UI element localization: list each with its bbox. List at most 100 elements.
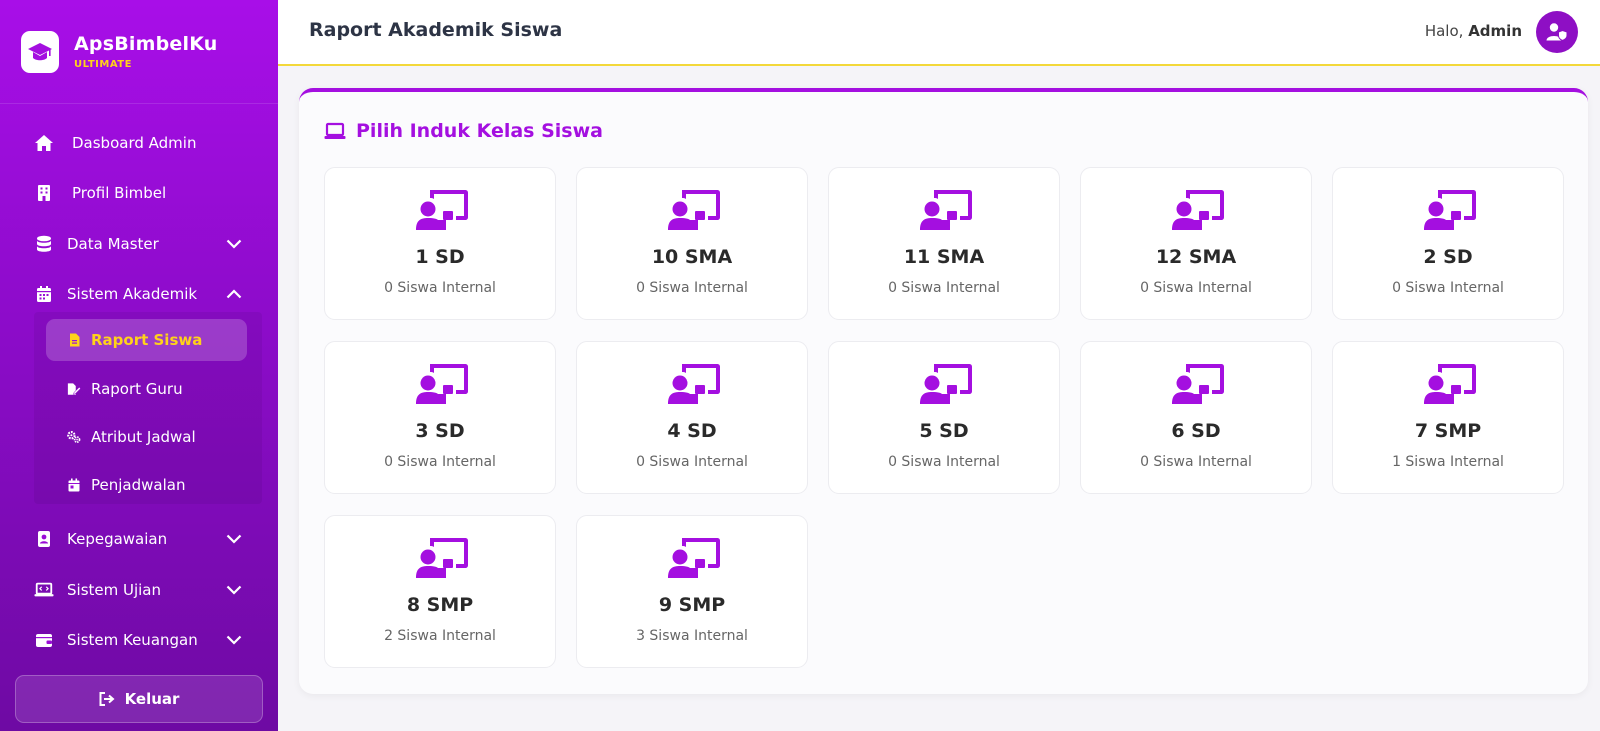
sidebar-item-label: Dasboard Admin: [72, 134, 197, 152]
student-count: 0 Siswa Internal: [888, 280, 1000, 296]
class-name: 9 SMP: [658, 594, 726, 616]
sidebar-subitem-raport-siswa[interactable]: Raport Siswa: [46, 319, 247, 361]
class-card[interactable]: 7 SMP 1 Siswa Internal: [1332, 341, 1564, 494]
sidebar-subitem-raport-guru[interactable]: Raport Guru: [46, 368, 247, 410]
chalkboard-teacher-icon: [919, 361, 973, 405]
sidebar-item-label: Profil Bimbel: [72, 184, 167, 202]
chalkboard-teacher-icon: [1171, 361, 1225, 405]
chalkboard-teacher-icon: [1171, 187, 1225, 231]
class-card[interactable]: 10 SMA 0 Siswa Internal: [576, 167, 808, 320]
class-card[interactable]: 9 SMP 3 Siswa Internal: [576, 515, 808, 668]
student-count: 1 Siswa Internal: [1392, 454, 1504, 470]
student-count: 0 Siswa Internal: [384, 280, 496, 296]
student-count: 0 Siswa Internal: [384, 454, 496, 470]
panel-title-text: Pilih Induk Kelas Siswa: [356, 120, 603, 142]
cogs-icon: [67, 430, 81, 444]
sidebar-item-label: Sistem Keuangan: [67, 631, 198, 649]
chevron-down-icon: [225, 581, 243, 599]
sidebar-item-sistem-keuangan[interactable]: Sistem Keuangan: [0, 620, 278, 660]
chalkboard-teacher-icon: [1423, 361, 1477, 405]
class-name: 2 SD: [1423, 246, 1473, 268]
user-shield-icon: [1546, 23, 1568, 42]
file-icon: [67, 333, 81, 347]
class-name: 6 SD: [1171, 420, 1221, 442]
class-card[interactable]: 3 SD 0 Siswa Internal: [324, 341, 556, 494]
logout-button[interactable]: Keluar: [15, 675, 263, 723]
sidebar-subitem-atribut-jadwal[interactable]: Atribut Jadwal: [46, 416, 247, 458]
sidebar-subitem-label: Raport Siswa: [91, 331, 203, 349]
sidebar-item-profil[interactable]: Profil Bimbel: [0, 173, 278, 213]
class-name: 1 SD: [415, 246, 465, 268]
user-greeting: Halo, Admin: [1425, 22, 1522, 40]
class-card[interactable]: 8 SMP 2 Siswa Internal: [324, 515, 556, 668]
sidebar-item-kepegawaian[interactable]: Kepegawaian: [0, 519, 278, 559]
laptop-icon: [324, 121, 346, 141]
student-count: 0 Siswa Internal: [636, 280, 748, 296]
panel-title: Pilih Induk Kelas Siswa: [324, 120, 603, 142]
avatar[interactable]: [1536, 11, 1578, 53]
sidebar-subitem-label: Atribut Jadwal: [91, 428, 196, 446]
sidebar-item-sistem-akademik[interactable]: Sistem Akademik: [0, 274, 278, 314]
class-card[interactable]: 12 SMA 0 Siswa Internal: [1080, 167, 1312, 320]
chalkboard-teacher-icon: [415, 535, 469, 579]
sidebar-item-dashboard[interactable]: Dasboard Admin: [0, 123, 278, 163]
chalkboard-teacher-icon: [667, 187, 721, 231]
sidebar-item-data-master[interactable]: Data Master: [0, 224, 278, 264]
home-icon: [34, 133, 54, 153]
logout-label: Keluar: [124, 690, 180, 708]
class-name: 8 SMP: [406, 594, 474, 616]
chalkboard-teacher-icon: [667, 361, 721, 405]
building-icon: [34, 183, 54, 203]
sidebar-item-label: Data Master: [67, 235, 159, 253]
sidebar-item-label: Sistem Ujian: [67, 581, 162, 599]
sidebar-subitem-label: Penjadwalan: [91, 476, 186, 494]
class-card[interactable]: 11 SMA 0 Siswa Internal: [828, 167, 1060, 320]
page-title: Raport Akademik Siswa: [309, 19, 563, 41]
class-name: 4 SD: [667, 420, 717, 442]
sidebar-item-label: Sistem Akademik: [67, 285, 198, 303]
class-name: 3 SD: [415, 420, 465, 442]
class-name: 5 SD: [919, 420, 969, 442]
sidebar-item-sistem-ujian[interactable]: Sistem Ujian: [0, 570, 278, 610]
chalkboard-teacher-icon: [1423, 187, 1477, 231]
chevron-down-icon: [225, 530, 243, 548]
class-name: 11 SMA: [903, 246, 985, 268]
student-count: 0 Siswa Internal: [1140, 454, 1252, 470]
greeting-text: Halo,: [1424, 22, 1464, 40]
chevron-down-icon: [225, 235, 243, 253]
database-icon: [34, 234, 54, 254]
file-signature-icon: [67, 382, 81, 396]
chalkboard-teacher-icon: [667, 535, 721, 579]
calendar-day-icon: [67, 478, 81, 492]
class-card[interactable]: 2 SD 0 Siswa Internal: [1332, 167, 1564, 320]
sidebar-subitem-penjadwalan[interactable]: Penjadwalan: [46, 464, 247, 506]
class-name: 10 SMA: [651, 246, 733, 268]
class-name: 7 SMP: [1414, 420, 1482, 442]
class-card[interactable]: 6 SD 0 Siswa Internal: [1080, 341, 1312, 494]
class-card[interactable]: 1 SD 0 Siswa Internal: [324, 167, 556, 320]
user-name: Admin: [1468, 22, 1522, 40]
sign-out-icon: [99, 691, 115, 707]
class-selection-panel: Pilih Induk Kelas Siswa 1 SD 0 Siswa Inte…: [299, 88, 1588, 694]
student-count: 2 Siswa Internal: [384, 628, 496, 644]
student-count: 0 Siswa Internal: [888, 454, 1000, 470]
student-count: 0 Siswa Internal: [636, 454, 748, 470]
sidebar: ApsBimbelKu ULTIMATE Dasboard Admin Prof…: [0, 0, 278, 731]
student-count: 0 Siswa Internal: [1140, 280, 1252, 296]
wallet-icon: [34, 630, 54, 650]
class-card[interactable]: 4 SD 0 Siswa Internal: [576, 341, 808, 494]
brand[interactable]: ApsBimbelKu ULTIMATE: [0, 0, 278, 104]
graduation-cap-icon: [21, 30, 59, 73]
class-card[interactable]: 5 SD 0 Siswa Internal: [828, 341, 1060, 494]
chevron-down-icon: [225, 631, 243, 649]
student-count: 0 Siswa Internal: [1392, 280, 1504, 296]
chalkboard-teacher-icon: [919, 187, 973, 231]
chalkboard-teacher-icon: [415, 187, 469, 231]
chalkboard-teacher-icon: [415, 361, 469, 405]
brand-name: ApsBimbelKu: [74, 33, 218, 55]
id-badge-icon: [34, 529, 54, 549]
sidebar-subitem-label: Raport Guru: [91, 380, 183, 398]
brand-edition: ULTIMATE: [74, 59, 132, 70]
sidebar-item-label: Kepegawaian: [67, 530, 168, 548]
student-count: 3 Siswa Internal: [636, 628, 748, 644]
